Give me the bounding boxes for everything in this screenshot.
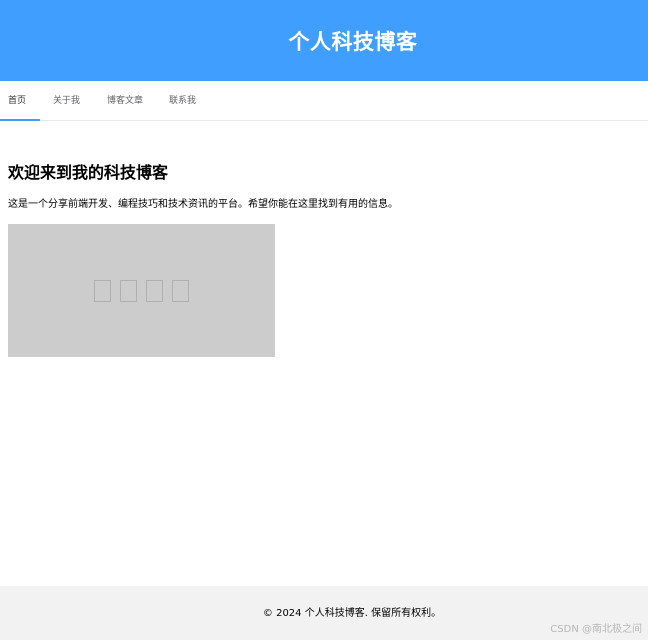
csdn-watermark: CSDN @南北极之间 [550, 624, 642, 635]
tab-blog-posts[interactable]: 博客文章 [107, 81, 143, 121]
intro-paragraph: 这是一个分享前端开发、编程技巧和技术资讯的平台。希望你能在这里找到有用的信息。 [8, 199, 398, 210]
nav-menu: 首页 关于我 博客文章 联系我 [0, 81, 648, 121]
missing-glyph-icon [146, 279, 163, 302]
welcome-heading: 欢迎来到我的科技博客 [8, 163, 169, 182]
tab-contact[interactable]: 联系我 [169, 81, 196, 121]
tab-about[interactable]: 关于我 [53, 81, 80, 121]
missing-glyph-icon [94, 279, 111, 302]
image-placeholder [8, 224, 275, 357]
page: 个人科技博客 首页 关于我 博客文章 联系我 欢迎来到我的科技博客 这是一个分享… [0, 0, 648, 640]
missing-glyph-icon [172, 279, 189, 302]
tab-home[interactable]: 首页 [0, 81, 40, 121]
site-title: 个人科技博客 [288, 29, 418, 54]
missing-glyph-icon [120, 279, 137, 302]
site-footer: © 2024 个人科技博客. 保留所有权利。 CSDN @南北极之间 [0, 586, 648, 640]
site-header: 个人科技博客 [0, 0, 648, 81]
main-content: 欢迎来到我的科技博客 这是一个分享前端开发、编程技巧和技术资讯的平台。希望你能在… [8, 160, 638, 212]
copyright-text: © 2024 个人科技博客. 保留所有权利。 [262, 608, 442, 619]
